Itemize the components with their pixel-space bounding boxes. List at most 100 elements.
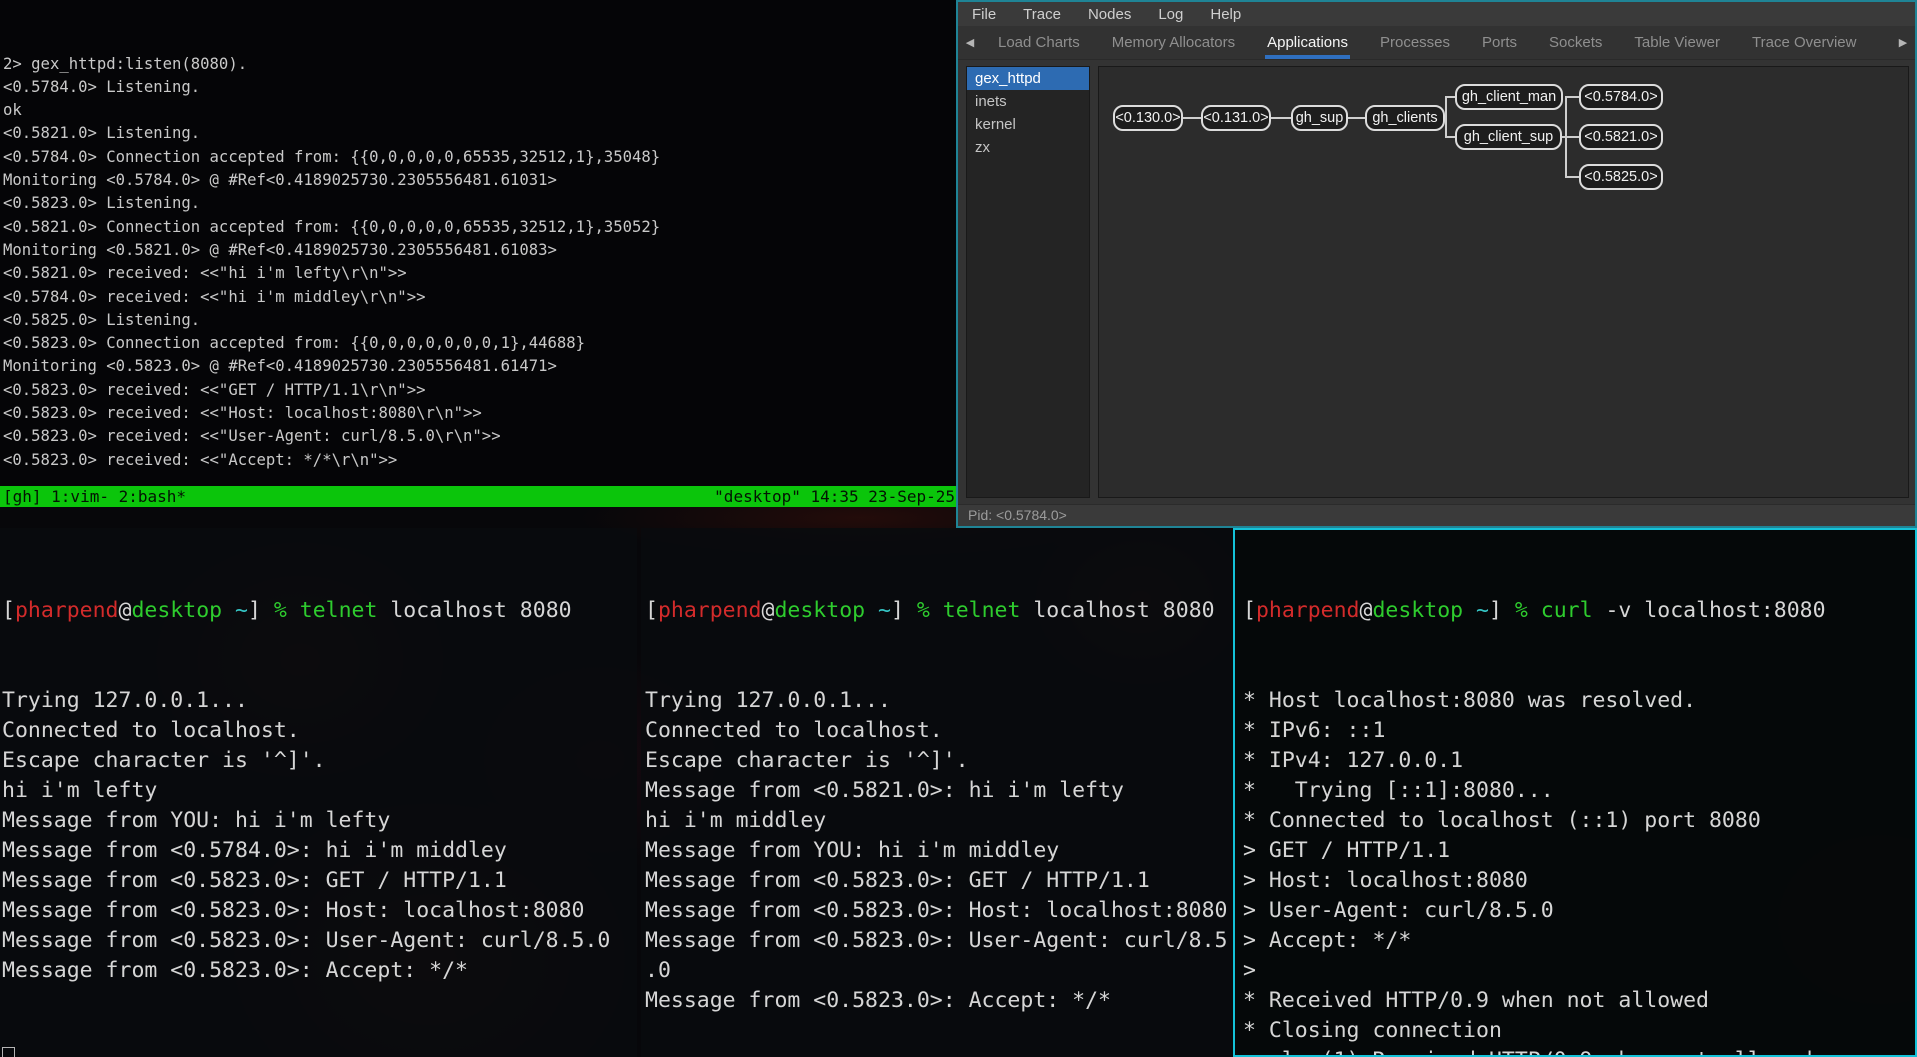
prompt-at: @ [762, 598, 775, 623]
tab-applications[interactable]: Applications [1265, 26, 1350, 59]
application-list: gex_httpd inets kernel zx [966, 66, 1090, 498]
terminal-line: <0.5823.0> Listening. [3, 192, 958, 215]
desktop: { "colors": { "tmux_green": "#0bc50b", "… [0, 0, 1917, 1057]
prompt-args: localhost 8080 [377, 598, 571, 623]
terminal-line: Message from <0.5823.0>: Accept: */* [2, 956, 637, 986]
observer-menubar: File Trace Nodes Log Help [958, 2, 1915, 26]
terminal-line: Message from <0.5821.0>: hi i'm lefty [645, 776, 1233, 806]
prompt-dir: ~ [222, 598, 248, 623]
prompt-command: % curl [1515, 598, 1593, 623]
terminal-line: Message from YOU: hi i'm lefty [2, 806, 637, 836]
tab-sockets[interactable]: Sockets [1547, 26, 1604, 59]
prompt-host: desktop [131, 598, 222, 623]
menu-help[interactable]: Help [1210, 6, 1241, 23]
tree-connector [1565, 176, 1579, 178]
prompt-args: -v localhost:8080 [1593, 598, 1826, 623]
terminal-line: Message from <0.5823.0>: Host: localhost… [2, 896, 637, 926]
prompt-command: % telnet [917, 598, 1021, 623]
app-list-item-inets[interactable]: inets [967, 90, 1089, 113]
terminal-line: Escape character is '^]'. [645, 746, 1233, 776]
terminal-line: Connected to localhost. [2, 716, 637, 746]
terminal-line: * IPv6: ::1 [1243, 716, 1915, 746]
terminal-line: Escape character is '^]'. [2, 746, 637, 776]
terminal-line: Message from <0.5823.0>: GET / HTTP/1.1 [2, 866, 637, 896]
prompt-bracket-close: ] [1489, 598, 1515, 623]
tab-scroll-left-icon[interactable]: ◀ [958, 26, 982, 59]
app-list-item-kernel[interactable]: kernel [967, 113, 1089, 136]
terminal-line: Trying 127.0.0.1... [645, 686, 1233, 716]
cursor-line [2, 1046, 637, 1057]
terminal-line: <0.5823.0> Connection accepted from: {{0… [3, 332, 958, 355]
terminal-pane-telnet-middley[interactable]: [pharpend@desktop ~] % telnet localhost … [641, 528, 1233, 1057]
terminal-line: * Host localhost:8080 was resolved. [1243, 686, 1915, 716]
prompt-bracket-close: ] [891, 598, 917, 623]
observer-window: File Trace Nodes Log Help ◀ Load Charts … [956, 0, 1917, 528]
tree-node-gh_sup[interactable]: gh_sup [1291, 105, 1348, 131]
erlang-shell-lines: 2> gex_httpd:listen(8080).<0.5784.0> Lis… [3, 53, 958, 472]
terminal-pane-curl[interactable]: [pharpend@desktop ~] % curl -v localhost… [1233, 528, 1917, 1057]
terminal-line: <0.5784.0> Listening. [3, 76, 958, 99]
terminal-line: Message from <0.5823.0>: User-Agent: cur… [645, 926, 1233, 956]
terminal-line: <0.5821.0> received: <<"hi i'm lefty\r\n… [3, 262, 958, 285]
menu-trace[interactable]: Trace [1023, 6, 1061, 23]
tmux-session-windows: [gh] 1:vim- 2:bash* [3, 486, 186, 507]
prompt-bracket: [ [2, 598, 15, 623]
tab-ports[interactable]: Ports [1480, 26, 1519, 59]
tree-connector [1271, 117, 1291, 119]
terminal-line: > Host: localhost:8080 [1243, 866, 1915, 896]
observer-applications-view: gex_httpd inets kernel zx <0.130.0> <0.1… [960, 60, 1915, 504]
terminal-line: > GET / HTTP/1.1 [1243, 836, 1915, 866]
tree-node-gh_clients[interactable]: gh_clients [1365, 105, 1445, 131]
tmux-host-clock: "desktop" 14:35 23-Sep-25 [714, 486, 955, 507]
prompt-host: desktop [774, 598, 865, 623]
tree-node-gh_client_man[interactable]: gh_client_man [1455, 84, 1563, 110]
terminal-line: * Closing connection [1243, 1016, 1915, 1046]
tab-load-charts[interactable]: Load Charts [996, 26, 1082, 59]
terminal-line: Monitoring <0.5821.0> @ #Ref<0.418902573… [3, 239, 958, 262]
supervision-tree-canvas: <0.130.0> <0.131.0> gh_sup gh_clients gh… [1098, 66, 1909, 498]
menu-log[interactable]: Log [1158, 6, 1183, 23]
tree-node-pid-130[interactable]: <0.130.0> [1113, 105, 1183, 131]
sidebar-splitter[interactable] [1090, 66, 1098, 498]
tree-connector [1445, 96, 1455, 98]
terminal-line: Monitoring <0.5784.0> @ #Ref<0.418902573… [3, 169, 958, 192]
menu-file[interactable]: File [972, 6, 996, 23]
terminal-line: Connected to localhost. [645, 716, 1233, 746]
tab-processes[interactable]: Processes [1378, 26, 1452, 59]
prompt-user: pharpend [658, 598, 762, 623]
erlang-shell-terminal[interactable]: 2> gex_httpd:listen(8080).<0.5784.0> Lis… [0, 0, 958, 486]
prompt-at: @ [119, 598, 132, 623]
app-list-item-gex_httpd[interactable]: gex_httpd [967, 67, 1089, 90]
tab-memory-allocators[interactable]: Memory Allocators [1110, 26, 1237, 59]
prompt-bracket-close: ] [248, 598, 274, 623]
tree-node-pid-5825[interactable]: <0.5825.0> [1579, 164, 1663, 190]
terminal-line: <0.5821.0> Connection accepted from: {{0… [3, 216, 958, 239]
shell-prompt-line: [pharpend@desktop ~] % telnet localhost … [2, 596, 637, 626]
tab-scroll-right-icon[interactable]: ▶ [1891, 26, 1915, 59]
terminal-line: * IPv4: 127.0.0.1 [1243, 746, 1915, 776]
prompt-bracket: [ [645, 598, 658, 623]
menu-nodes[interactable]: Nodes [1088, 6, 1131, 23]
prompt-user: pharpend [1256, 598, 1360, 623]
app-list-item-zx[interactable]: zx [967, 136, 1089, 159]
tree-node-pid-5784[interactable]: <0.5784.0> [1579, 84, 1663, 110]
prompt-dir: ~ [865, 598, 891, 623]
terminal-line: <0.5784.0> Connection accepted from: {{0… [3, 146, 958, 169]
tree-connector [1565, 96, 1579, 98]
terminal-line: * Connected to localhost (::1) port 8080 [1243, 806, 1915, 836]
tab-trace-overview[interactable]: Trace Overview [1750, 26, 1858, 59]
terminal-line: * Trying [::1]:8080... [1243, 776, 1915, 806]
terminal-line: <0.5825.0> Listening. [3, 309, 958, 332]
terminal-line: > Accept: */* [1243, 926, 1915, 956]
terminal-line: <0.5823.0> received: <<"Accept: */*\r\n"… [3, 449, 958, 472]
text-cursor [2, 1047, 15, 1057]
terminal-pane-telnet-lefty[interactable]: [pharpend@desktop ~] % telnet localhost … [0, 528, 637, 1057]
terminal-line: .0 [645, 956, 1233, 986]
tree-node-gh_client_sup[interactable]: gh_client_sup [1455, 124, 1562, 150]
observer-statusbar: Pid: <0.5784.0> [958, 504, 1915, 526]
tree-node-pid-131[interactable]: <0.131.0> [1201, 105, 1271, 131]
tree-node-pid-5821[interactable]: <0.5821.0> [1579, 124, 1663, 150]
terminal-line: <0.5823.0> received: <<"Host: localhost:… [3, 402, 958, 425]
tab-table-viewer[interactable]: Table Viewer [1632, 26, 1722, 59]
terminal-line: Message from <0.5823.0>: Accept: */* [645, 986, 1233, 1016]
